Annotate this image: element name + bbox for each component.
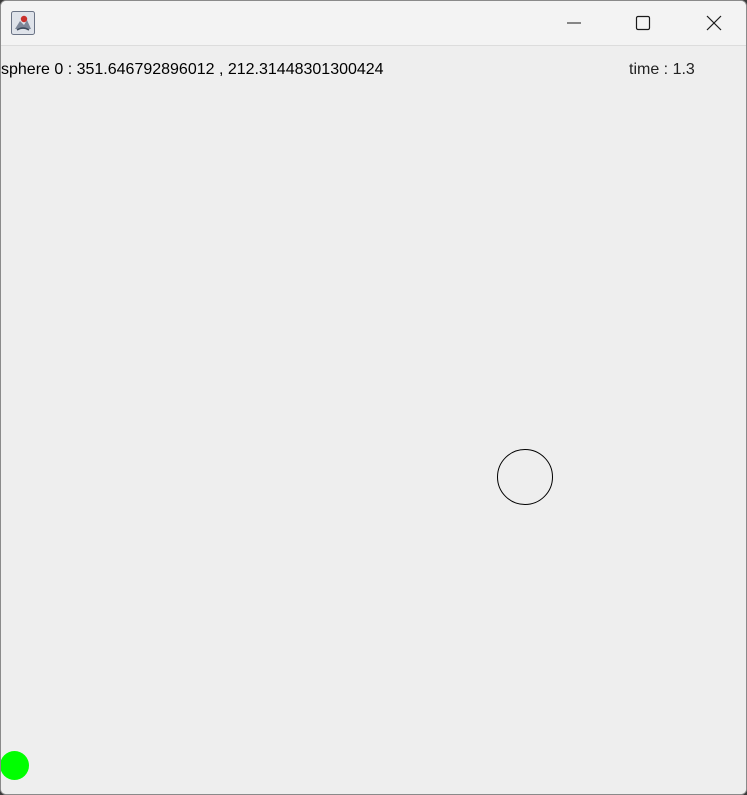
java-app-icon[interactable]	[11, 11, 35, 35]
time-label: time : 1.3	[629, 61, 695, 78]
app-window: sphere 0 : 351.646792896012 , 212.314483…	[0, 0, 747, 795]
close-button[interactable]	[691, 1, 737, 45]
simulation-canvas[interactable]: sphere 0 : 351.646792896012 , 212.314483…	[1, 46, 746, 794]
maximize-button[interactable]	[620, 1, 666, 45]
maximize-icon	[635, 15, 651, 31]
title-bar[interactable]	[1, 1, 746, 46]
close-icon	[706, 15, 722, 31]
minimize-button[interactable]	[551, 1, 597, 45]
sphere-outline	[497, 449, 553, 505]
sphere-position-label: sphere 0 : 351.646792896012 , 212.314483…	[1, 61, 384, 78]
green-dot	[1, 751, 29, 780]
minimize-icon	[567, 22, 581, 24]
